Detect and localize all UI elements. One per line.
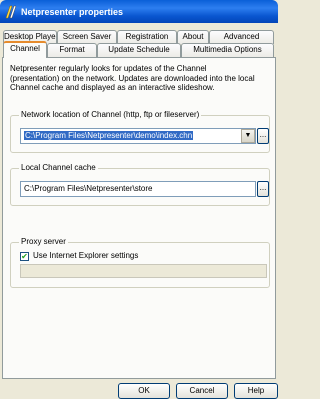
tab-update-schedule[interactable]: Update Schedule [97, 43, 181, 57]
tab-format[interactable]: Format [47, 43, 97, 57]
tab-multimedia-options[interactable]: Multimedia Options [181, 43, 274, 57]
checkmark-icon: ✔ [21, 252, 28, 261]
use-ie-settings-label[interactable]: Use Internet Explorer settings [33, 251, 138, 260]
tab-advanced[interactable]: Advanced [209, 30, 274, 44]
chevron-down-icon: ▼ [244, 132, 252, 139]
use-ie-settings-checkbox[interactable]: ✔ [20, 252, 29, 261]
local-cache-value: C:\Program Files\Netpresenter\store [24, 184, 153, 193]
window-title: Netpresenter properties [21, 6, 124, 17]
network-location-browse-button[interactable]: ... [257, 128, 269, 144]
netpresenter-app-icon [5, 5, 17, 18]
tab-screen-saver[interactable]: Screen Saver [57, 30, 117, 44]
channel-tab-panel [2, 57, 276, 379]
tab-about[interactable]: About [177, 30, 209, 44]
description-line: (presentation) on the network. Updates a… [10, 73, 255, 83]
cancel-button[interactable]: Cancel [176, 383, 228, 399]
description-line: Netpresenter regularly looks for updates… [10, 64, 207, 73]
network-location-dropdown-button[interactable]: ▼ [241, 129, 255, 143]
proxy-address-field[interactable] [20, 264, 267, 278]
network-location-value: C:\Program Files\Netpresenter\demo\index… [24, 131, 194, 140]
network-location-label: Network location of Channel (http, ftp o… [19, 110, 202, 119]
local-cache-label: Local Channel cache [19, 163, 98, 172]
proxy-server-label: Proxy server [19, 237, 68, 246]
local-cache-field[interactable]: C:\Program Files\Netpresenter\store [20, 181, 256, 197]
local-cache-browse-button[interactable]: ... [257, 181, 269, 197]
tab-row-front: Channel Format Update Schedule Multimedi… [3, 41, 276, 58]
tab-channel[interactable]: Channel [3, 41, 47, 58]
ok-button[interactable]: OK [118, 383, 170, 399]
channel-description: Netpresenter regularly looks for updates… [10, 64, 272, 93]
tab-registration[interactable]: Registration [117, 30, 177, 44]
title-bar[interactable]: Netpresenter properties [0, 0, 278, 23]
description-line: Channel cache and displayed as an intera… [10, 83, 215, 92]
network-location-combobox[interactable]: C:\Program Files\Netpresenter\demo\index… [20, 128, 256, 144]
help-button[interactable]: Help [234, 383, 278, 399]
